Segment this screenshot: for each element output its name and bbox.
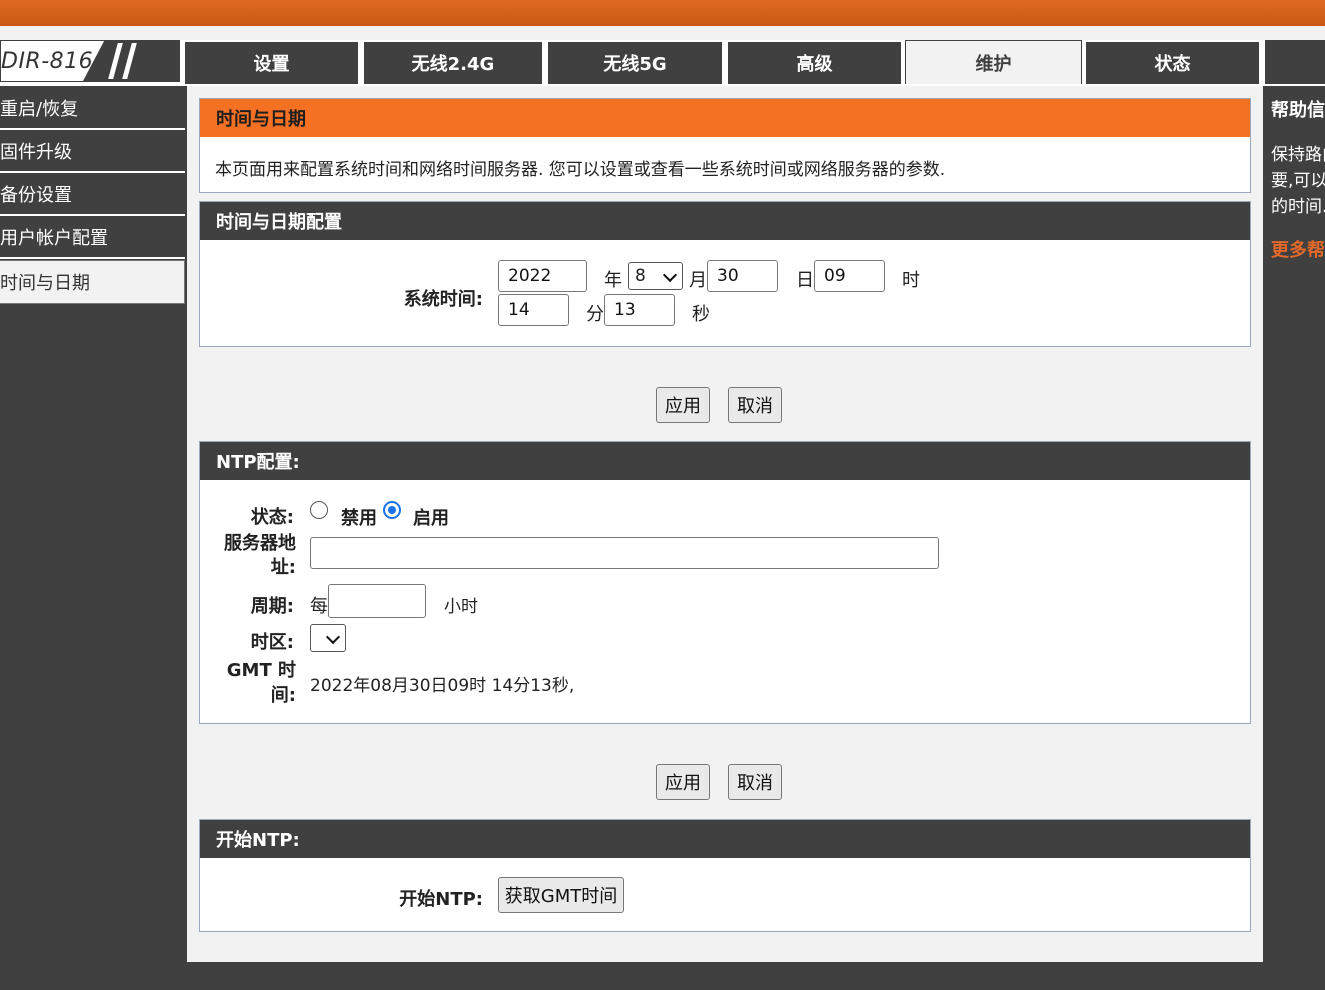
second-unit: 秒 [692,304,710,325]
help-text: 保持路由器时间准确很重要,可以让日志记录更精确的时间. [1271,145,1325,217]
hour-input[interactable]: 09 [814,260,885,292]
intro-title: 时间与日期 [200,99,1250,137]
sidebar-item-backup[interactable]: 备份设置 [0,174,185,216]
chevron-down-icon [662,267,678,283]
sidebar-item-reboot[interactable]: 重启/恢复 [0,88,185,130]
month-select[interactable]: 8 [628,262,683,290]
ntp-period-label: 周期: [250,596,294,617]
minute-unit: 分 [586,304,604,325]
ntp-status-label: 状态: [250,507,294,528]
chevron-down-icon [325,629,341,645]
ntp-disable-label: 禁用 [341,508,377,529]
ntp-timezone-label: 时区: [250,632,294,653]
start-ntp-title: 开始NTP: [200,820,1250,858]
tab-maintenance[interactable]: 维护 [905,40,1082,84]
content-area: 时间与日期 本页面用来配置系统时间和网络时间服务器. 您可以设置或查看一些系统时… [187,86,1263,962]
tab-help-stub [1265,40,1325,84]
top-banner [0,0,1325,26]
ntp-enable-label: 启用 [413,508,449,529]
brand-logo: DIR-816 [0,40,180,82]
day-input[interactable]: 30 [707,260,778,292]
ntp-config-panel: NTP配置: 状态: 禁用 启用 服务器地址: 周期: 每 小时 时区: GMT… [199,441,1251,724]
hour-unit: 时 [902,270,920,291]
sidebar-item-accounts[interactable]: 用户帐户配置 [0,217,185,259]
year-input[interactable]: 2022 [498,260,587,292]
sidebar: 重启/恢复 固件升级 备份设置 用户帐户配置 时间与日期 [0,86,187,962]
time-config-title: 时间与日期配置 [200,202,1250,240]
sidebar-item-firmware[interactable]: 固件升级 [0,131,185,173]
tab-setup[interactable]: 设置 [185,42,358,84]
sidebar-item-time-date[interactable]: 时间与日期 [0,260,185,304]
ntp-server-input[interactable] [310,537,939,569]
intro-panel: 时间与日期 本页面用来配置系统时间和网络时间服务器. 您可以设置或查看一些系统时… [199,98,1251,193]
logo-slash-graphic [83,41,179,81]
month-unit: 月 [689,270,707,291]
tab-status[interactable]: 状态 [1086,42,1259,84]
time-config-panel: 时间与日期配置 系统时间: 2022 年 8 月 30 日 09 时 14 分 … [199,201,1251,347]
minute-input[interactable]: 14 [498,294,569,326]
ntp-timezone-select[interactable] [310,624,346,652]
tab-wireless-24g[interactable]: 无线2.4G [364,42,542,84]
start-ntp-label: 开始NTP: [399,889,483,910]
gmt-time-value: 2022年08月30日09时 14分13秒, [310,676,575,696]
system-time-label: 系统时间: [403,289,483,310]
year-unit: 年 [604,270,622,291]
ntp-period-prefix: 每 [310,596,328,617]
day-unit: 日 [796,270,814,291]
ntp-cancel-button[interactable]: 取消 [728,764,782,800]
ntp-enable-radio[interactable] [383,501,401,519]
footer-bar [0,962,1325,990]
second-input[interactable]: 13 [604,294,675,326]
ntp-period-unit: 小时 [444,597,478,617]
tab-wireless-5g[interactable]: 无线5G [548,42,722,84]
cancel-button[interactable]: 取消 [728,387,782,423]
ntp-period-input[interactable] [328,584,426,618]
more-help-link[interactable]: 更多帮助 [1271,236,1325,262]
banner-strip [0,26,1325,40]
get-gmt-time-button[interactable]: 获取GMT时间 [498,877,624,913]
help-title: 帮助信息 [1271,100,1325,121]
intro-description: 本页面用来配置系统时间和网络时间服务器. 您可以设置或查看一些系统时间或网络服务… [215,160,946,180]
start-ntp-panel: 开始NTP: 开始NTP: 获取GMT时间 [199,819,1251,932]
tab-advanced[interactable]: 高级 [728,42,901,84]
ntp-config-title: NTP配置: [200,442,1250,480]
apply-button[interactable]: 应用 [656,387,710,423]
model-name: DIR-816 [1,49,94,74]
ntp-server-label: 服务器地址: [224,533,296,578]
ntp-disable-radio[interactable] [310,501,328,519]
ntp-apply-button[interactable]: 应用 [656,764,710,800]
gmt-time-label: GMT 时间: [226,660,296,706]
help-panel: 帮助信息 保持路由器时间准确很重要,可以让日志记录更精确的时间. 更多帮助 [1263,86,1325,962]
